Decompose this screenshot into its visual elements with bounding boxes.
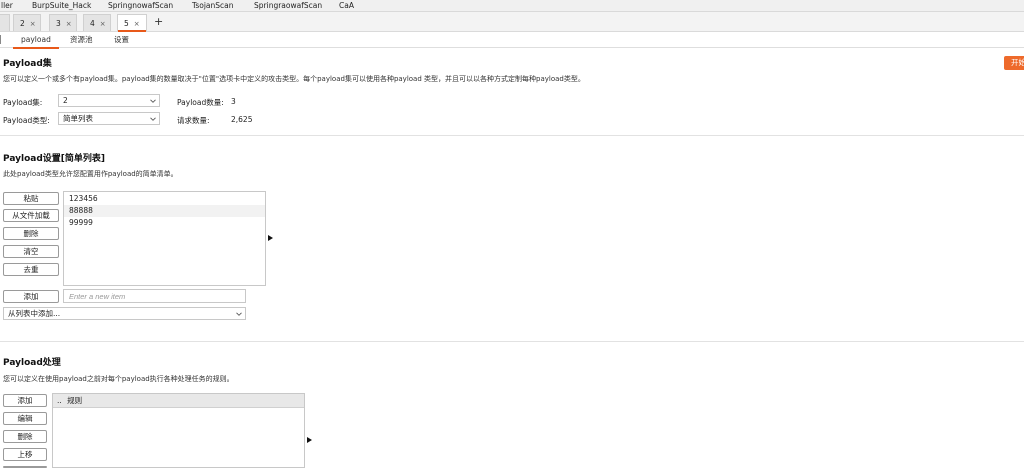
extension-tab-ller[interactable]: ller [1, 0, 13, 12]
add-rule-button[interactable]: 添加 [3, 394, 47, 407]
add-tab-icon[interactable]: + [154, 13, 163, 30]
extension-tab-springnowafscan[interactable]: SpringnowafScan [108, 0, 173, 12]
tab-resource-pool[interactable]: 资源池 [70, 32, 93, 48]
deduplicate-button[interactable]: 去重 [3, 263, 59, 276]
payload-count-value: 3 [231, 97, 236, 106]
section-divider [0, 135, 1024, 136]
extension-tab-springraowafscan[interactable]: SpringraowafScan [254, 0, 322, 12]
request-tab-partial[interactable] [0, 14, 10, 31]
remove-rule-button[interactable]: 删除 [3, 430, 47, 443]
request-count-label: 请求数量: [177, 116, 210, 125]
payload-settings-description: 此处payload类型允许您配置用作payload的简单清单。 [3, 170, 178, 178]
extension-tab-tsojanscan[interactable]: TsojanScan [192, 0, 234, 12]
request-tab-label: 3 [56, 19, 61, 28]
close-icon[interactable]: × [100, 20, 106, 28]
chevron-down-icon [236, 312, 242, 316]
payload-type-select[interactable]: 简单列表 [58, 112, 160, 125]
payload-sets-description: 您可以定义一个或多个有payload集。payload集的数量取决于"位置"选项… [3, 75, 585, 83]
add-item-button[interactable]: 添加 [3, 290, 59, 303]
list-item[interactable]: 123456 [64, 193, 265, 205]
expand-arrow-icon[interactable] [307, 437, 312, 443]
payload-sets-title: Payload集 [3, 59, 52, 69]
payload-type-value: 简单列表 [63, 114, 93, 123]
tab-payload[interactable]: payload [13, 32, 59, 49]
new-item-input[interactable] [63, 289, 246, 303]
load-from-file-button[interactable]: 从文件加载 [3, 209, 59, 222]
start-attack-button[interactable]: 开始 [1004, 56, 1024, 70]
payload-list[interactable]: 123456 88888 99999 [63, 191, 266, 286]
tab-settings[interactable]: 设置 [114, 32, 129, 48]
request-tab-label: 5 [124, 19, 129, 28]
request-tab-5[interactable]: 5 × [117, 14, 147, 32]
payload-set-label: Payload集: [3, 98, 43, 107]
remove-button[interactable]: 删除 [3, 227, 59, 240]
payload-type-label: Payload类型: [3, 116, 50, 125]
payload-settings-title: Payload设置[简单列表] [3, 154, 106, 164]
payload-processing-description: 您可以定义在使用payload之前对每个payload执行各种处理任务的规则。 [3, 375, 234, 383]
close-icon[interactable]: × [66, 20, 72, 28]
request-tab-label: 2 [20, 19, 25, 28]
paste-button[interactable]: 粘贴 [3, 192, 59, 205]
sub-tab-bar: payload 资源池 设置 [0, 32, 1024, 49]
extension-tab-burpsuite-hack[interactable]: BurpSuite_Hack [32, 0, 91, 12]
request-tab-2[interactable]: 2 × [13, 14, 41, 31]
payload-set-value: 2 [63, 96, 68, 105]
enabled-column-header[interactable]: .. [57, 396, 62, 405]
move-up-rule-button[interactable]: 上移 [3, 448, 47, 461]
extension-tab-bar: ller BurpSuite_Hack SpringnowafScan Tsoj… [0, 0, 1024, 12]
edit-rule-button[interactable]: 编辑 [3, 412, 47, 425]
add-from-list-value: 从列表中添加... [8, 309, 61, 318]
payload-set-select[interactable]: 2 [58, 94, 160, 107]
clear-button[interactable]: 清空 [3, 245, 59, 258]
add-from-list-select[interactable]: 从列表中添加... [3, 307, 246, 320]
close-icon[interactable]: × [134, 20, 140, 28]
rules-table-header: .. 规则 [53, 394, 304, 408]
request-count-value: 2,625 [231, 115, 253, 124]
request-tab-3[interactable]: 3 × [49, 14, 77, 31]
payload-count-label: Payload数量: [177, 98, 224, 107]
panel-edge [0, 35, 1, 44]
section-divider [0, 341, 1024, 342]
chevron-down-icon [150, 117, 156, 121]
expand-arrow-icon[interactable] [268, 235, 273, 241]
list-item[interactable]: 88888 [64, 205, 265, 217]
request-tab-label: 4 [90, 19, 95, 28]
rule-column-header[interactable]: 规则 [67, 396, 82, 405]
chevron-down-icon [150, 99, 156, 103]
rules-table[interactable]: .. 规则 [52, 393, 305, 468]
close-icon[interactable]: × [30, 20, 36, 28]
list-item[interactable]: 99999 [64, 217, 265, 229]
payload-processing-title: Payload处理 [3, 358, 61, 368]
extension-tab-caa[interactable]: CaA [339, 0, 354, 12]
request-tab-4[interactable]: 4 × [83, 14, 111, 31]
